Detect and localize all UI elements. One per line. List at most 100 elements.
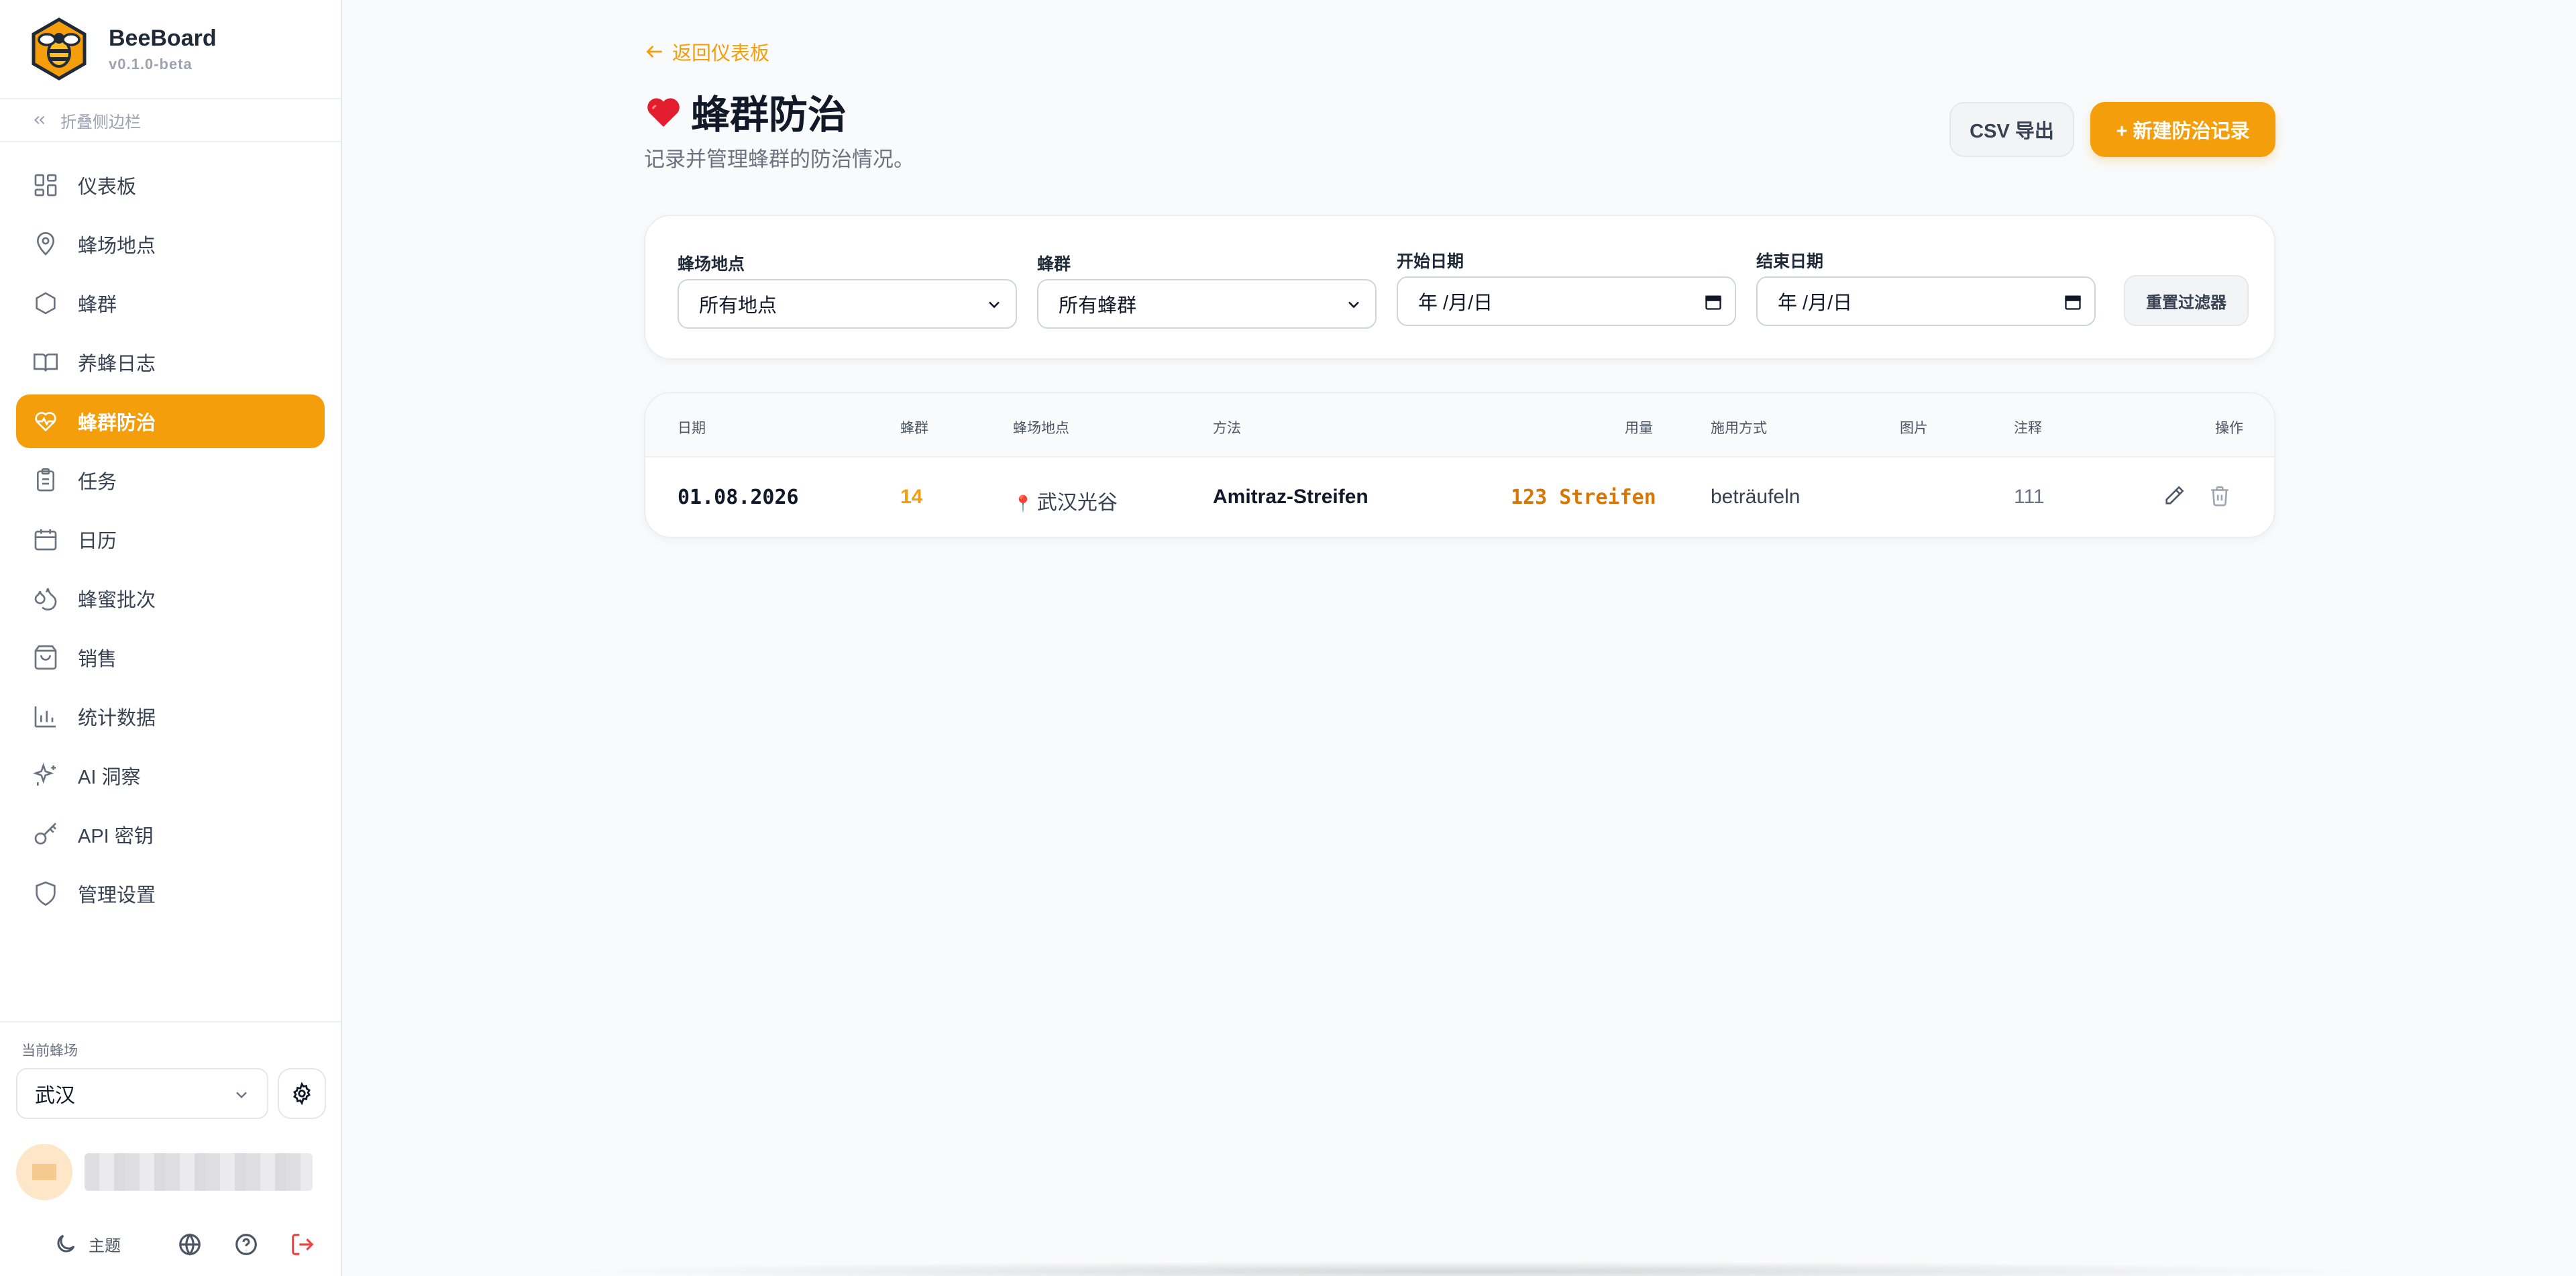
- chevron-down-icon: [236, 1092, 247, 1099]
- collapse-sidebar-button[interactable]: 折叠侧边栏: [0, 98, 341, 142]
- sidebar-item-calendar[interactable]: 日历: [16, 513, 325, 566]
- sidebar-item-treatments[interactable]: 蜂群防治: [16, 394, 325, 448]
- back-label: 返回仪表板: [672, 43, 770, 64]
- sidebar-item-beekeeping-log[interactable]: 养蜂日志: [16, 335, 325, 389]
- sidebar-item-ai-insights[interactable]: AI 洞察: [16, 749, 325, 802]
- back-to-dashboard-link[interactable]: 返回仪表板: [644, 38, 769, 66]
- shopping-bag-icon: [34, 645, 57, 670]
- avatar: [16, 1144, 72, 1200]
- start-date-filter: 开始日期 年 /月/日: [1397, 248, 1736, 326]
- column-header-actions: 操作: [2215, 421, 2243, 436]
- cell-colony-link[interactable]: 14: [900, 486, 922, 509]
- cell-method: Amitraz-Streifen: [1213, 486, 1368, 508]
- main-content: 返回仪表板 蜂群防治 记录并管理蜂群的防治情况。 CSV 导出 + 新建防治记录…: [342, 0, 2576, 1276]
- edit-icon[interactable]: [2163, 484, 2186, 507]
- calendar-icon: [34, 529, 57, 551]
- chevron-down-icon: [1348, 301, 1359, 309]
- sidebar-item-label: 蜂群防治: [78, 413, 156, 434]
- user-profile[interactable]: [16, 1142, 325, 1202]
- column-header-application: 施用方式: [1711, 421, 1767, 436]
- theme-label: 主题: [89, 1236, 121, 1255]
- cell-date: 01.08.2026: [678, 486, 799, 509]
- sidebar-footer-actions: 主题: [0, 1212, 341, 1276]
- chevrons-left-icon: [34, 115, 45, 125]
- app-version: v0.1.0-beta: [109, 55, 193, 72]
- sidebar-item-apiary-locations[interactable]: 蜂场地点: [16, 217, 325, 271]
- globe-icon[interactable]: [177, 1232, 203, 1257]
- treatments-table: 日期 蜂群 蜂场地点 方法 用量 施用方式 图片 注释 操作 01.08.202…: [644, 392, 2275, 538]
- column-header-location: 蜂场地点: [1013, 421, 1069, 436]
- start-date-input[interactable]: 年 /月/日: [1397, 276, 1736, 326]
- cell-dosage: 123 Streifen: [1511, 486, 1656, 509]
- key-icon: [34, 822, 56, 845]
- table-row[interactable]: 01.08.2026 14 📍 武汉光谷 Amitraz-Streifen 123…: [645, 458, 2274, 537]
- colony-filter-label: 蜂群: [1037, 255, 1071, 274]
- apiary-settings-button[interactable]: [278, 1068, 326, 1119]
- sidebar-item-label: 销售: [78, 649, 117, 670]
- theme-toggle-button[interactable]: 主题: [54, 1232, 121, 1256]
- arrow-left-icon: [646, 46, 662, 58]
- end-date-label: 结束日期: [1756, 252, 1824, 271]
- calendar-icon[interactable]: [2063, 293, 2082, 311]
- page-header: 蜂群防治: [644, 83, 847, 140]
- end-date-value: 年 /月/日: [1778, 293, 1853, 314]
- gear-icon: [293, 1082, 311, 1105]
- colony-select[interactable]: 所有蜂群: [1037, 279, 1377, 329]
- sidebar-nav: 仪表板 蜂场地点 蜂群 养蜂日志 蜂群防治 任务 日历 蜂蜜批次 销售 统计数据…: [0, 142, 341, 920]
- sidebar-item-dashboard[interactable]: 仪表板: [16, 158, 325, 212]
- sidebar-item-tasks[interactable]: 任务: [16, 454, 325, 507]
- dashboard-icon: [34, 174, 57, 197]
- user-info-redacted: [85, 1153, 313, 1191]
- cell-location: 📍 武汉光谷: [1013, 486, 1118, 515]
- calendar-icon[interactable]: [1704, 293, 1723, 311]
- column-header-colony: 蜂群: [900, 421, 928, 436]
- clipboard-icon: [37, 468, 54, 492]
- sidebar-item-label: 日历: [78, 531, 117, 552]
- sidebar-item-label: 统计数据: [78, 708, 156, 729]
- current-apiary-select[interactable]: 武汉: [16, 1068, 268, 1119]
- hexagon-icon: [36, 292, 56, 315]
- end-date-filter: 结束日期 年 /月/日: [1756, 248, 2096, 326]
- column-header-image: 图片: [1900, 421, 1928, 436]
- sidebar-item-label: 仪表板: [78, 176, 137, 198]
- cell-note: 111: [2014, 486, 2045, 508]
- sidebar-item-label: API 密钥: [78, 826, 154, 847]
- reset-filters-button[interactable]: 重置过滤器: [2124, 275, 2249, 326]
- bottom-fade: [564, 1261, 2375, 1276]
- column-header-dosage: 用量: [1625, 421, 1653, 436]
- sidebar-item-label: 蜂群: [78, 295, 117, 316]
- current-apiary-label: 当前蜂场: [21, 1043, 78, 1059]
- sidebar-item-statistics[interactable]: 统计数据: [16, 690, 325, 743]
- csv-export-button[interactable]: CSV 导出: [1949, 102, 2074, 157]
- droplets-icon: [34, 588, 57, 610]
- page-subtitle: 记录并管理蜂群的防治情况。: [644, 148, 914, 171]
- help-circle-icon[interactable]: [233, 1232, 259, 1257]
- current-apiary-value: 武汉: [35, 1085, 75, 1107]
- sparkles-icon: [32, 762, 56, 786]
- logout-icon[interactable]: [290, 1232, 315, 1257]
- start-date-label: 开始日期: [1397, 252, 1464, 271]
- bar-chart-icon: [34, 706, 56, 728]
- column-header-method: 方法: [1213, 421, 1241, 436]
- sidebar-item-colonies[interactable]: 蜂群: [16, 276, 325, 330]
- chevron-down-icon: [989, 301, 1000, 309]
- brand[interactable]: BeeBoard v0.1.0-beta: [0, 0, 341, 98]
- location-select-value: 所有地点: [699, 295, 777, 317]
- location-filter: 蜂场地点 所有地点: [678, 251, 1017, 329]
- collapse-label: 折叠侧边栏: [60, 113, 141, 131]
- sidebar-item-label: AI 洞察: [78, 767, 141, 788]
- filter-panel: 蜂场地点 所有地点 蜂群 所有蜂群 开始日期 年 /月/日 结束日期 年 /月/…: [644, 215, 2275, 360]
- colony-filter: 蜂群 所有蜂群: [1037, 251, 1377, 329]
- sidebar-item-admin-settings[interactable]: 管理设置: [16, 867, 325, 920]
- sidebar-item-label: 任务: [78, 472, 117, 493]
- sidebar-item-label: 养蜂日志: [78, 354, 156, 375]
- new-treatment-button[interactable]: + 新建防治记录: [2090, 102, 2275, 157]
- sidebar-item-api-keys[interactable]: API 密钥: [16, 808, 325, 861]
- trash-icon[interactable]: [2208, 484, 2231, 507]
- location-select[interactable]: 所有地点: [678, 279, 1017, 329]
- sidebar-item-honey-batches[interactable]: 蜂蜜批次: [16, 572, 325, 625]
- sidebar-item-label: 管理设置: [78, 885, 156, 906]
- end-date-input[interactable]: 年 /月/日: [1756, 276, 2096, 326]
- sidebar-item-sales[interactable]: 销售: [16, 631, 325, 684]
- table-header: 日期 蜂群 蜂场地点 方法 用量 施用方式 图片 注释 操作: [645, 393, 2274, 458]
